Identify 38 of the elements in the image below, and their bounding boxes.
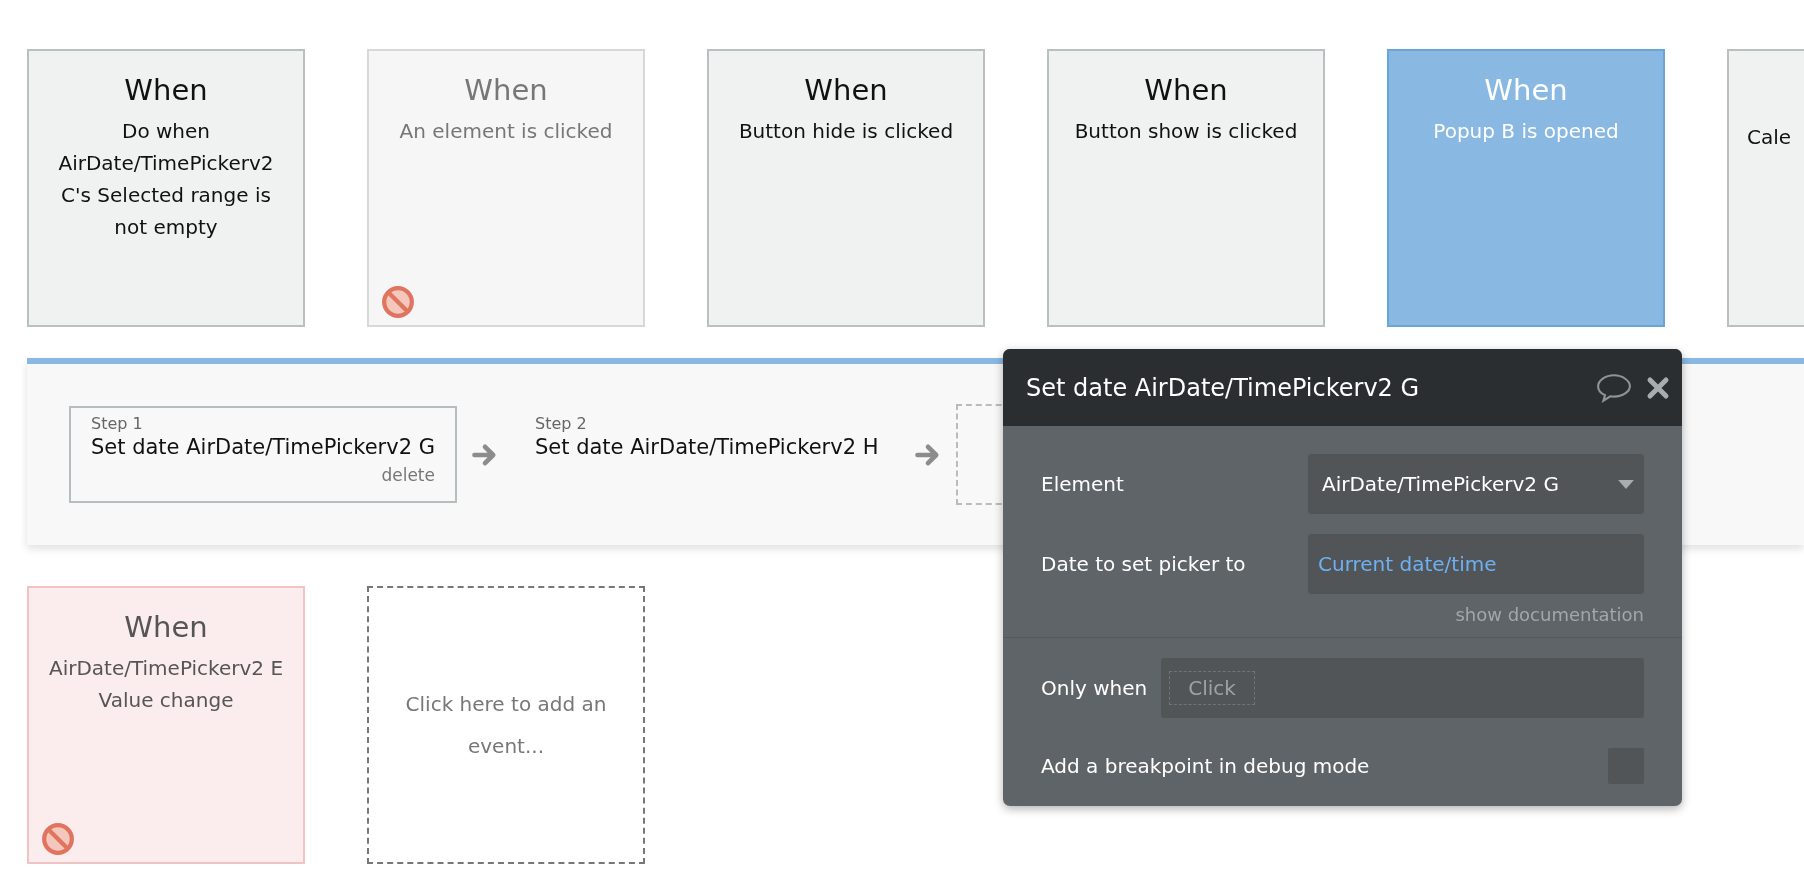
card-title: When xyxy=(123,73,209,107)
card-title: When xyxy=(803,73,889,107)
condition-placeholder: Click xyxy=(1169,671,1255,705)
event-card[interactable]: When AirDate/TimePickerv2 E Value change xyxy=(27,586,305,864)
step-number: Step 1 xyxy=(91,414,144,433)
card-description: Click here to add an event... xyxy=(404,691,608,760)
card-description: Button show is clicked xyxy=(1073,118,1299,145)
delete-link[interactable]: delete xyxy=(91,465,435,485)
card-title: When xyxy=(1483,73,1569,107)
field-label: Only when xyxy=(1041,676,1148,700)
card-description: Do when AirDate/TimePickerv2 C's Selected range is not empty xyxy=(57,118,275,241)
close-icon[interactable] xyxy=(1646,375,1670,400)
workflow-step[interactable]: Step 2 Set date AirDate/TimePickerv2 H xyxy=(512,406,901,503)
event-card[interactable]: Cale xyxy=(1727,49,1804,327)
field-label: Date to set picker to xyxy=(1041,552,1246,576)
card-description: Popup B is opened xyxy=(1432,118,1620,145)
date-expression-field[interactable]: Current date/time xyxy=(1308,534,1644,594)
field-label: Add a breakpoint in debug mode xyxy=(1041,754,1370,778)
speech-bubble-icon[interactable] xyxy=(1596,372,1632,403)
event-card[interactable]: When Button hide is clicked xyxy=(707,49,985,327)
card-description: Cale xyxy=(1747,124,1793,151)
step-action: Set date AirDate/TimePickerv2 G xyxy=(91,435,435,459)
card-title: When xyxy=(463,73,549,107)
caret-icon xyxy=(1618,479,1634,489)
element-dropdown[interactable]: AirDate/TimePickerv2 G xyxy=(1308,454,1644,514)
card-description: Button hide is clicked xyxy=(737,118,955,145)
workflow-step[interactable]: Step 1 Set date AirDate/TimePickerv2 G delete xyxy=(69,406,457,503)
card-title: When xyxy=(1143,73,1229,107)
step-number: Step 2 xyxy=(534,414,588,433)
field-label: Element xyxy=(1041,472,1124,496)
event-card[interactable]: When Button show is clicked xyxy=(1047,49,1325,327)
event-card[interactable]: When Do when AirDate/TimePickerv2 C's Selected range is not empty xyxy=(27,49,305,327)
card-description: AirDate/TimePickerv2 E Value change xyxy=(47,655,285,714)
event-card[interactable]: Click here to add an event... xyxy=(367,586,645,864)
popup-title: Set date AirDate/TimePickerv2 G xyxy=(1026,373,1421,402)
card-description: An element is clicked xyxy=(398,118,614,145)
card-title: When xyxy=(123,610,209,644)
step-action: Set date AirDate/TimePickerv2 H xyxy=(534,435,879,459)
